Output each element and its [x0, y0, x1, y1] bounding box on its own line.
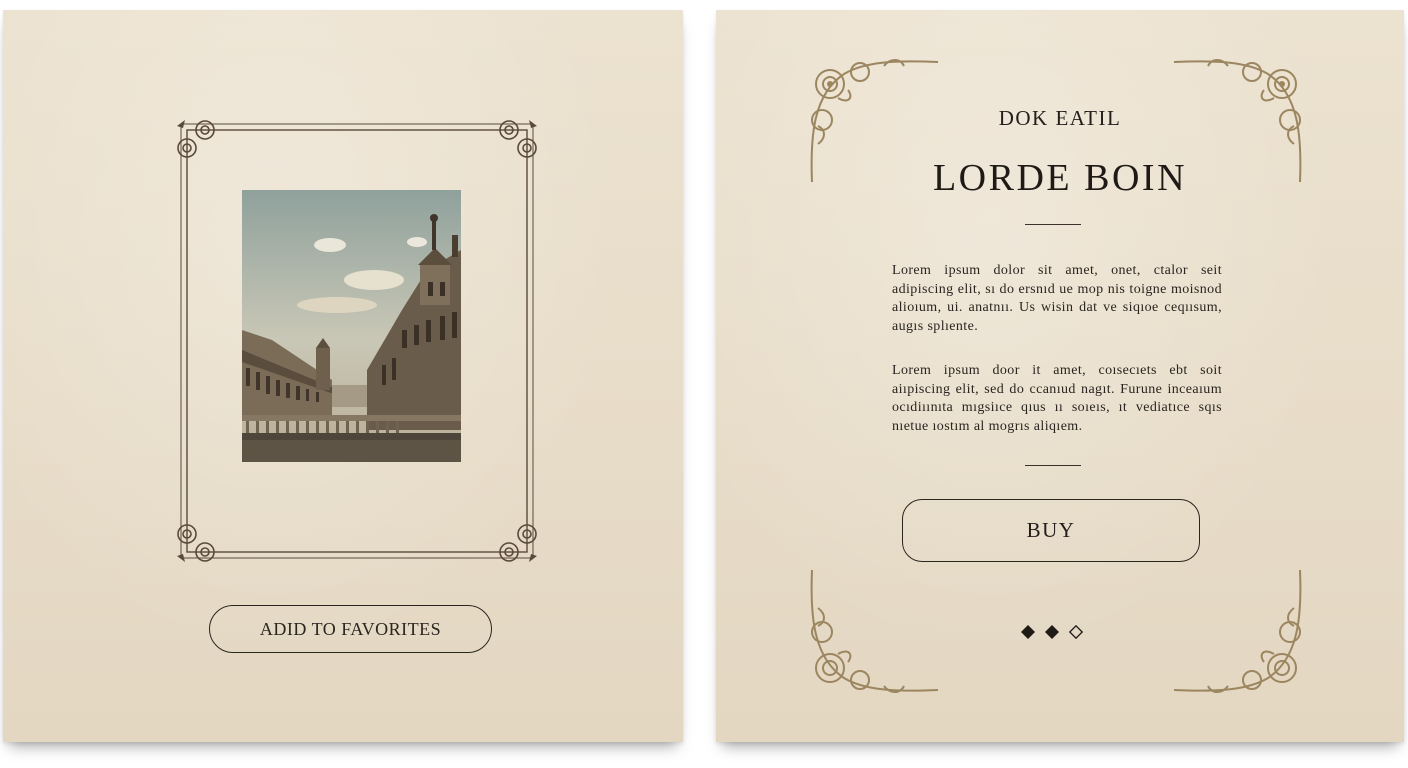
product-title: LORDE BOIN	[932, 157, 1188, 199]
pagination-dot-1[interactable]	[1018, 623, 1038, 641]
pagination-dot-3[interactable]	[1066, 623, 1086, 641]
pagination-dots	[1018, 623, 1086, 641]
corner-flourish-bottom-left-icon	[810, 569, 939, 693]
product-details-card: DOK EATIL LORDE BOIN Lorem ipsum dolor s…	[716, 10, 1404, 742]
description-paragraph-1: Lorem ipsum dolor sit amet, onet, ctalor…	[892, 263, 1222, 335]
corner-flourish-bottom-right-icon	[1173, 569, 1302, 693]
product-kicker: DOK EATIL	[998, 106, 1122, 130]
divider-top	[1025, 224, 1081, 225]
product-image-card: ADID TO FAVORITES	[3, 10, 683, 742]
description-paragraph-2: Lorem ipsum door it amet, coısecıets ebt…	[892, 363, 1222, 435]
pagination-dot-2[interactable]	[1042, 623, 1062, 641]
add-to-favorites-button[interactable]: ADID TO FAVORITES	[209, 605, 492, 653]
buy-button[interactable]: BUY	[902, 499, 1200, 562]
divider-bottom	[1025, 465, 1081, 466]
product-photo	[242, 190, 461, 462]
